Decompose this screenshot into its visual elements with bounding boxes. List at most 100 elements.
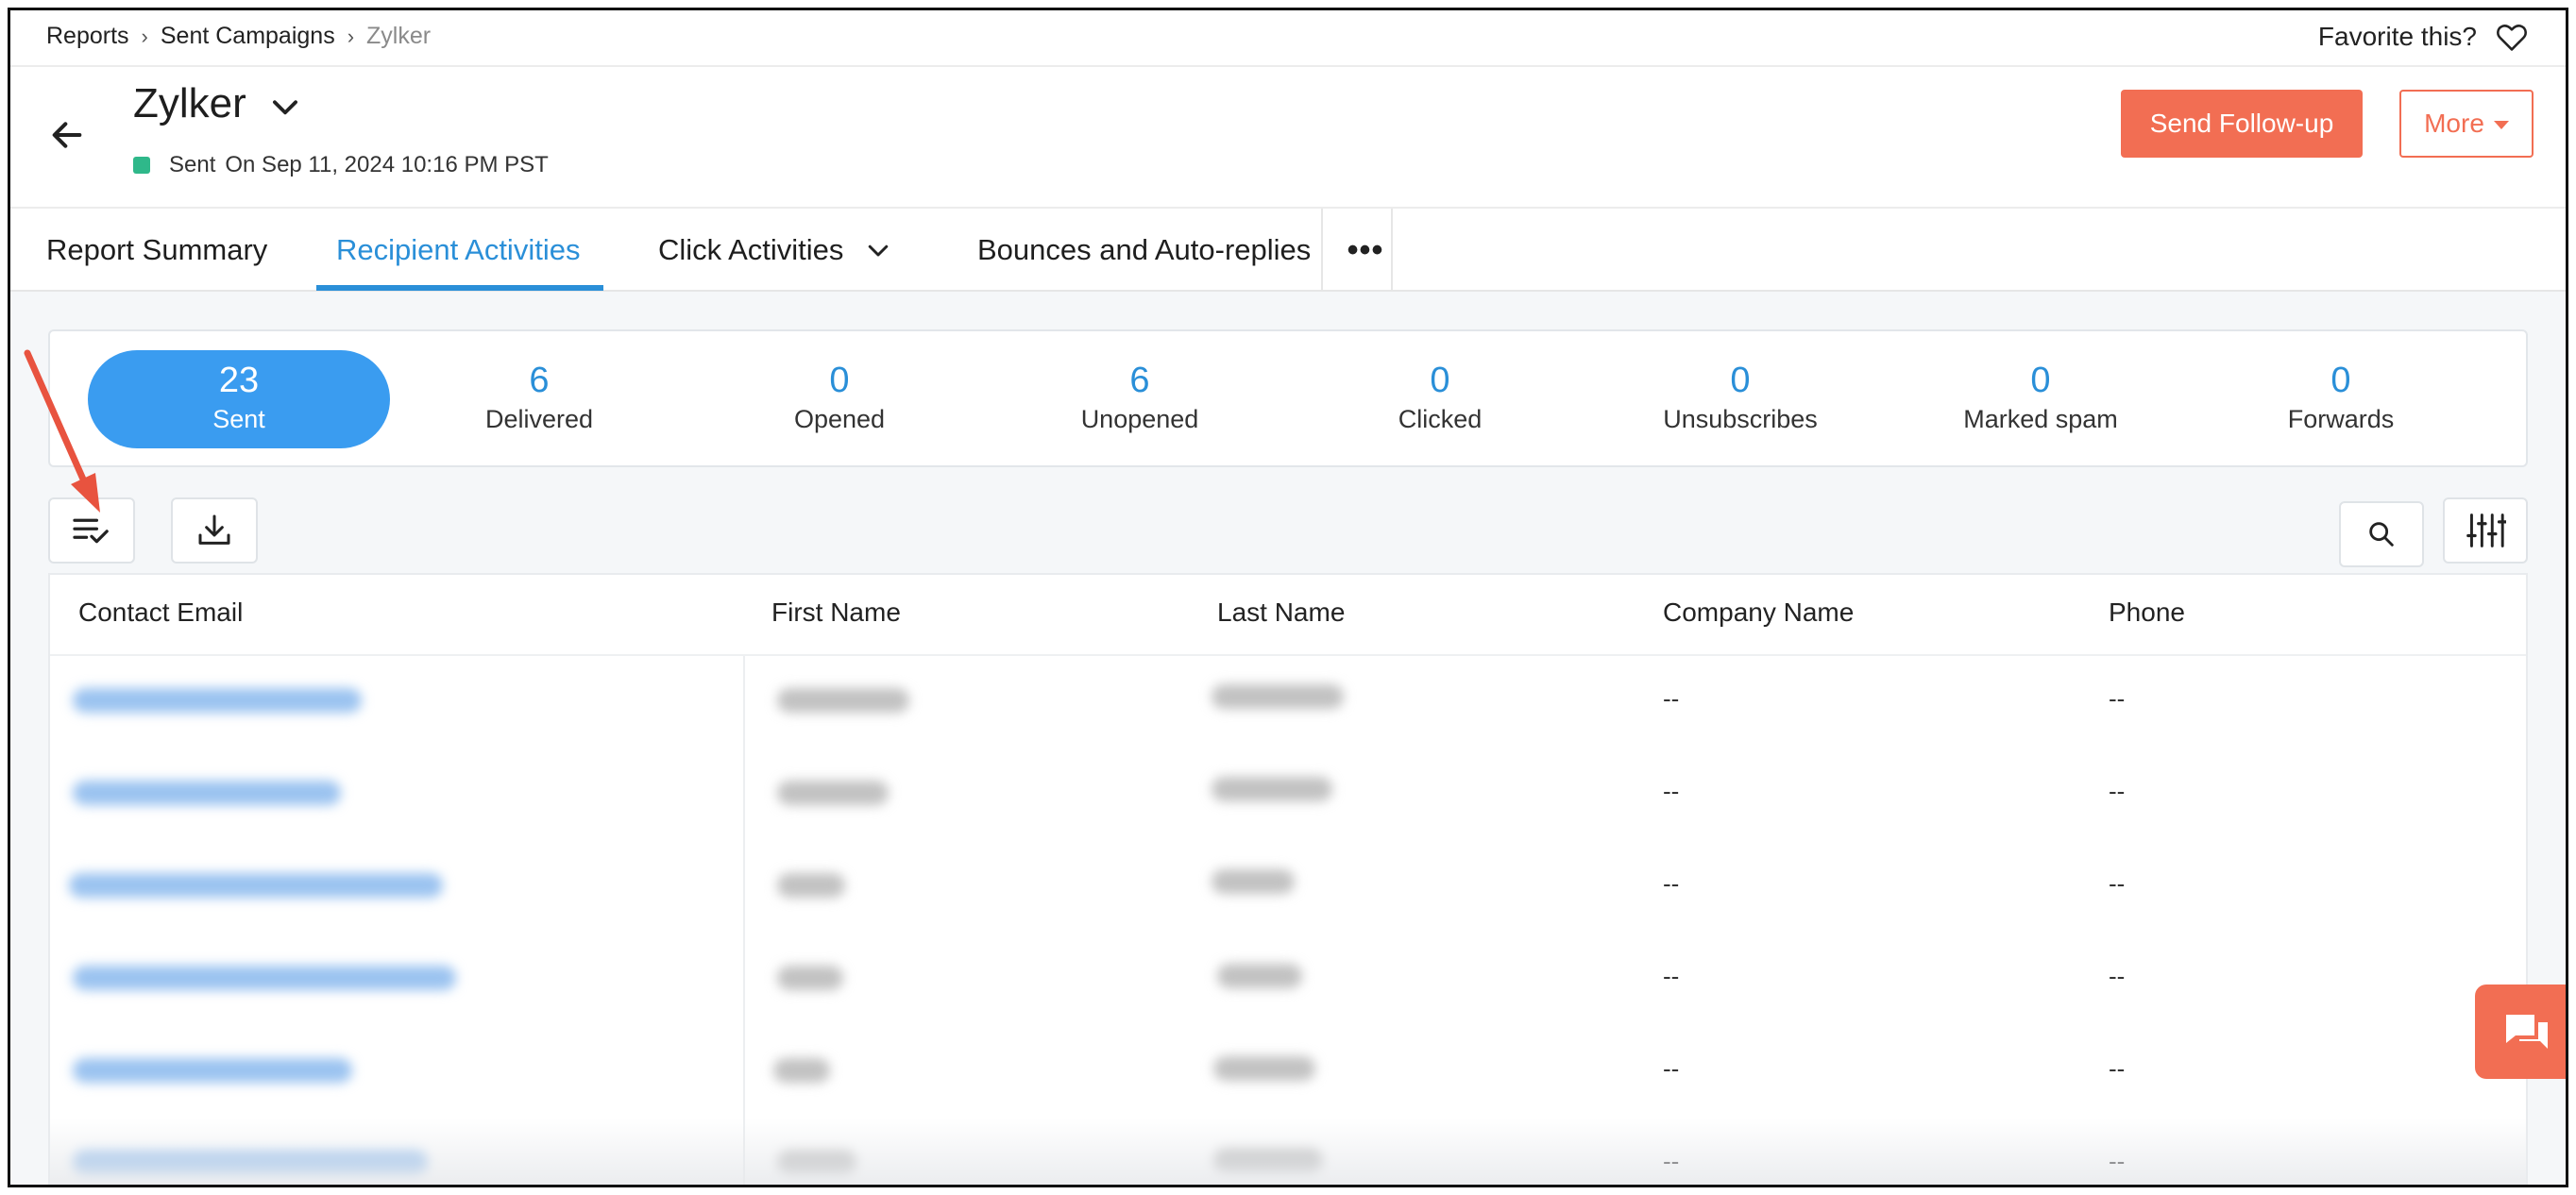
redacted-email[interactable] <box>73 781 341 805</box>
stat-unsubscribes[interactable]: 0 Unsubscribes <box>1599 331 1882 469</box>
redacted-first-name <box>773 1058 830 1083</box>
stat-label: Delivered <box>484 405 594 433</box>
campaign-header: Zylker Sent On Sep 11, 2024 10:16 PM PST… <box>10 67 2566 209</box>
chat-widget-button[interactable] <box>2475 985 2566 1079</box>
more-label: More <box>2424 109 2484 138</box>
favorite-label: Favorite this? <box>2317 22 2477 51</box>
export-button[interactable] <box>171 497 258 564</box>
search-icon <box>2369 522 2394 547</box>
stat-value: 23 <box>218 361 260 400</box>
list-check-icon <box>73 518 109 544</box>
content-area: 23 Sent 6 Delivered 0 Opened 6 Unopened … <box>10 292 2566 1185</box>
stat-value: 6 <box>529 361 550 400</box>
tab-recipient-activities[interactable]: Recipient Activities <box>336 209 580 292</box>
filter-button[interactable] <box>2443 497 2528 564</box>
send-follow-up-button[interactable]: Send Follow-up <box>2121 90 2363 158</box>
breadcrumb-current: Zylker <box>366 23 432 49</box>
more-button[interactable]: More <box>2399 90 2534 158</box>
breadcrumb: Reports › Sent Campaigns › Zylker <box>46 23 431 50</box>
select-columns-button[interactable] <box>48 497 135 564</box>
sliders-icon <box>2466 513 2506 547</box>
redacted-first-name <box>777 688 909 713</box>
status-label: Sent <box>169 152 216 177</box>
stat-delivered[interactable]: 6 Delivered <box>398 331 681 469</box>
stat-label: Clicked <box>1398 405 1483 433</box>
redacted-email[interactable] <box>73 966 456 990</box>
stat-value: 0 <box>829 361 850 400</box>
stat-label: Marked spam <box>1963 405 2118 433</box>
table-row[interactable]: -- -- <box>50 656 2526 749</box>
table-row[interactable]: -- -- <box>50 1026 2526 1119</box>
stat-label: Opened <box>793 405 886 433</box>
tab-divider <box>1391 209 1393 292</box>
phone-cell: -- <box>2109 777 2126 805</box>
table-row[interactable]: -- -- <box>50 841 2526 934</box>
stat-label: Sent <box>212 405 265 433</box>
column-header-contact-email[interactable]: Contact Email <box>78 598 243 628</box>
top-bar: Reports › Sent Campaigns › Zylker Favori… <box>10 10 2566 67</box>
app-window: Reports › Sent Campaigns › Zylker Favori… <box>8 8 2568 1187</box>
redacted-last-name <box>1212 684 1344 709</box>
tab-report-summary[interactable]: Report Summary <box>46 209 267 292</box>
stat-opened[interactable]: 0 Opened <box>698 331 981 469</box>
column-header-phone[interactable]: Phone <box>2109 598 2185 628</box>
stat-label: Unopened <box>1080 405 1199 433</box>
campaign-status: Sent On Sep 11, 2024 10:16 PM PST <box>133 152 549 178</box>
stats-bar: 23 Sent 6 Delivered 0 Opened 6 Unopened … <box>48 329 2528 467</box>
company-cell: -- <box>1663 869 1680 898</box>
campaign-title-row[interactable]: Zylker <box>133 80 303 127</box>
redacted-email[interactable] <box>73 688 362 713</box>
table-header: Contact Email First Name Last Name Compa… <box>50 575 2526 656</box>
more-tabs-icon[interactable]: ••• <box>1332 209 1398 292</box>
stat-label: Forwards <box>2287 405 2395 433</box>
chevron-down-icon <box>869 244 889 257</box>
redacted-last-name <box>1212 869 1295 894</box>
arrow-left-icon[interactable] <box>48 116 86 154</box>
breadcrumb-sent-campaigns[interactable]: Sent Campaigns <box>161 23 335 50</box>
tab-bounces[interactable]: Bounces and Auto-replies <box>977 209 1311 292</box>
report-tabs: Report Summary Recipient Activities Clic… <box>10 209 2566 292</box>
company-cell: -- <box>1663 1054 1680 1083</box>
company-cell: -- <box>1663 777 1680 805</box>
favorite-toggle[interactable]: Favorite this? <box>2318 22 2528 52</box>
breadcrumb-separator-icon: › <box>347 24 355 48</box>
stat-sent[interactable]: 23 Sent <box>88 331 390 469</box>
tab-click-activities[interactable]: Click Activities <box>658 209 892 292</box>
sent-date: On Sep 11, 2024 10:16 PM PST <box>225 152 549 177</box>
redacted-last-name <box>1217 964 1302 988</box>
column-header-first-name[interactable]: First Name <box>771 598 901 628</box>
stat-unopened[interactable]: 6 Unopened <box>998 331 1281 469</box>
bottom-fade <box>50 1119 2526 1185</box>
company-cell: -- <box>1663 962 1680 990</box>
column-header-last-name[interactable]: Last Name <box>1217 598 1345 628</box>
stat-forwards[interactable]: 0 Forwards <box>2199 331 2483 469</box>
stat-value: 0 <box>1730 361 1751 400</box>
stat-value: 0 <box>2030 361 2051 400</box>
redacted-first-name <box>777 781 889 805</box>
stat-value: 6 <box>1129 361 1150 400</box>
breadcrumb-reports[interactable]: Reports <box>46 23 129 50</box>
breadcrumb-separator-icon: › <box>141 24 148 48</box>
active-tab-indicator <box>316 285 603 291</box>
heart-icon[interactable] <box>2496 22 2528 52</box>
redacted-email[interactable] <box>73 1058 352 1083</box>
table-row[interactable]: -- -- <box>50 934 2526 1026</box>
redacted-last-name <box>1212 777 1332 801</box>
stat-marked-spam[interactable]: 0 Marked spam <box>1899 331 2182 469</box>
download-icon <box>198 514 230 545</box>
column-header-company-name[interactable]: Company Name <box>1663 598 1854 628</box>
redacted-first-name <box>777 873 845 898</box>
table-row[interactable]: -- -- <box>50 749 2526 841</box>
campaign-title: Zylker <box>133 80 246 126</box>
tab-click-activities-label: Click Activities <box>658 233 844 266</box>
phone-cell: -- <box>2109 869 2126 898</box>
search-button[interactable] <box>2339 501 2424 567</box>
chevron-down-icon[interactable] <box>267 89 303 125</box>
stat-label: Unsubscribes <box>1663 405 1818 433</box>
redacted-last-name <box>1213 1056 1315 1081</box>
redacted-first-name <box>777 966 843 990</box>
stat-clicked[interactable]: 0 Clicked <box>1298 331 1582 469</box>
redacted-email[interactable] <box>69 873 443 898</box>
recipients-table: Contact Email First Name Last Name Compa… <box>48 573 2528 1185</box>
phone-cell: -- <box>2109 684 2126 713</box>
